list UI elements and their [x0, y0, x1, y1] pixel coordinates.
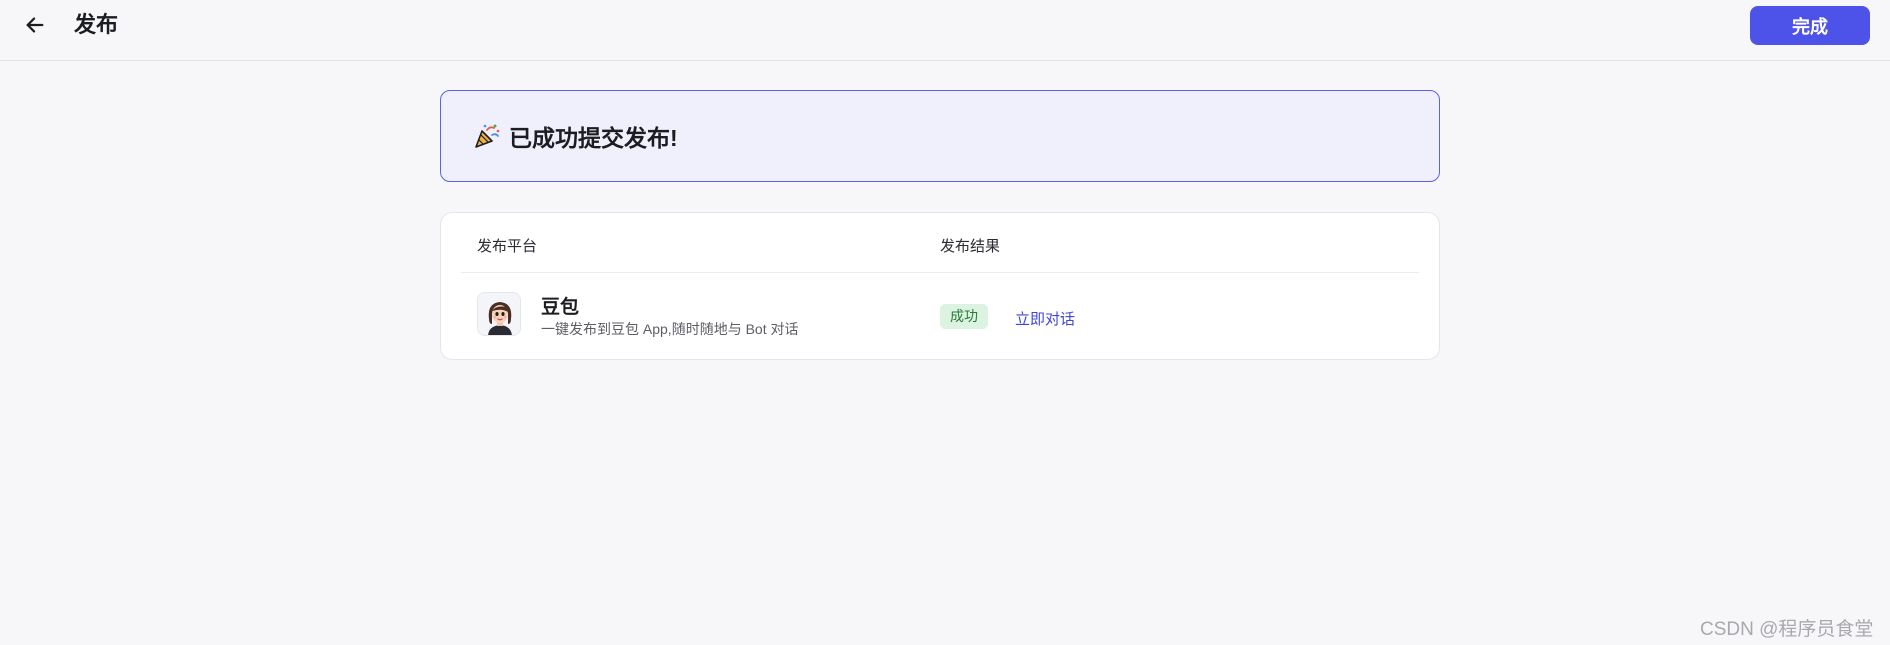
success-banner: 已成功提交发布!	[440, 90, 1440, 182]
page-title: 发布	[74, 12, 119, 37]
done-button[interactable]: 完成	[1750, 6, 1870, 45]
status-badge: 成功	[940, 304, 988, 329]
platform-name: 豆包	[541, 297, 580, 318]
doubao-avatar	[477, 292, 521, 336]
party-popper-icon	[475, 124, 500, 148]
column-header-platform: 发布平台	[477, 238, 538, 255]
back-button[interactable]	[20, 10, 50, 40]
success-message: 已成功提交发布!	[509, 125, 678, 151]
table-divider	[461, 272, 1419, 273]
start-chat-link[interactable]: 立即对话	[1015, 308, 1075, 329]
publish-results-card: 发布平台 发布结果 豆包 一键发布到豆包 App,随时随地与 Bot 对话 成功…	[440, 212, 1440, 360]
column-header-result: 发布结果	[940, 238, 1001, 255]
watermark: CSDN @程序员食堂	[1700, 619, 1874, 640]
top-bar: 发布 完成	[0, 0, 1890, 61]
platform-description: 一键发布到豆包 App,随时随地与 Bot 对话	[541, 321, 799, 337]
arrow-left-icon	[26, 17, 44, 33]
